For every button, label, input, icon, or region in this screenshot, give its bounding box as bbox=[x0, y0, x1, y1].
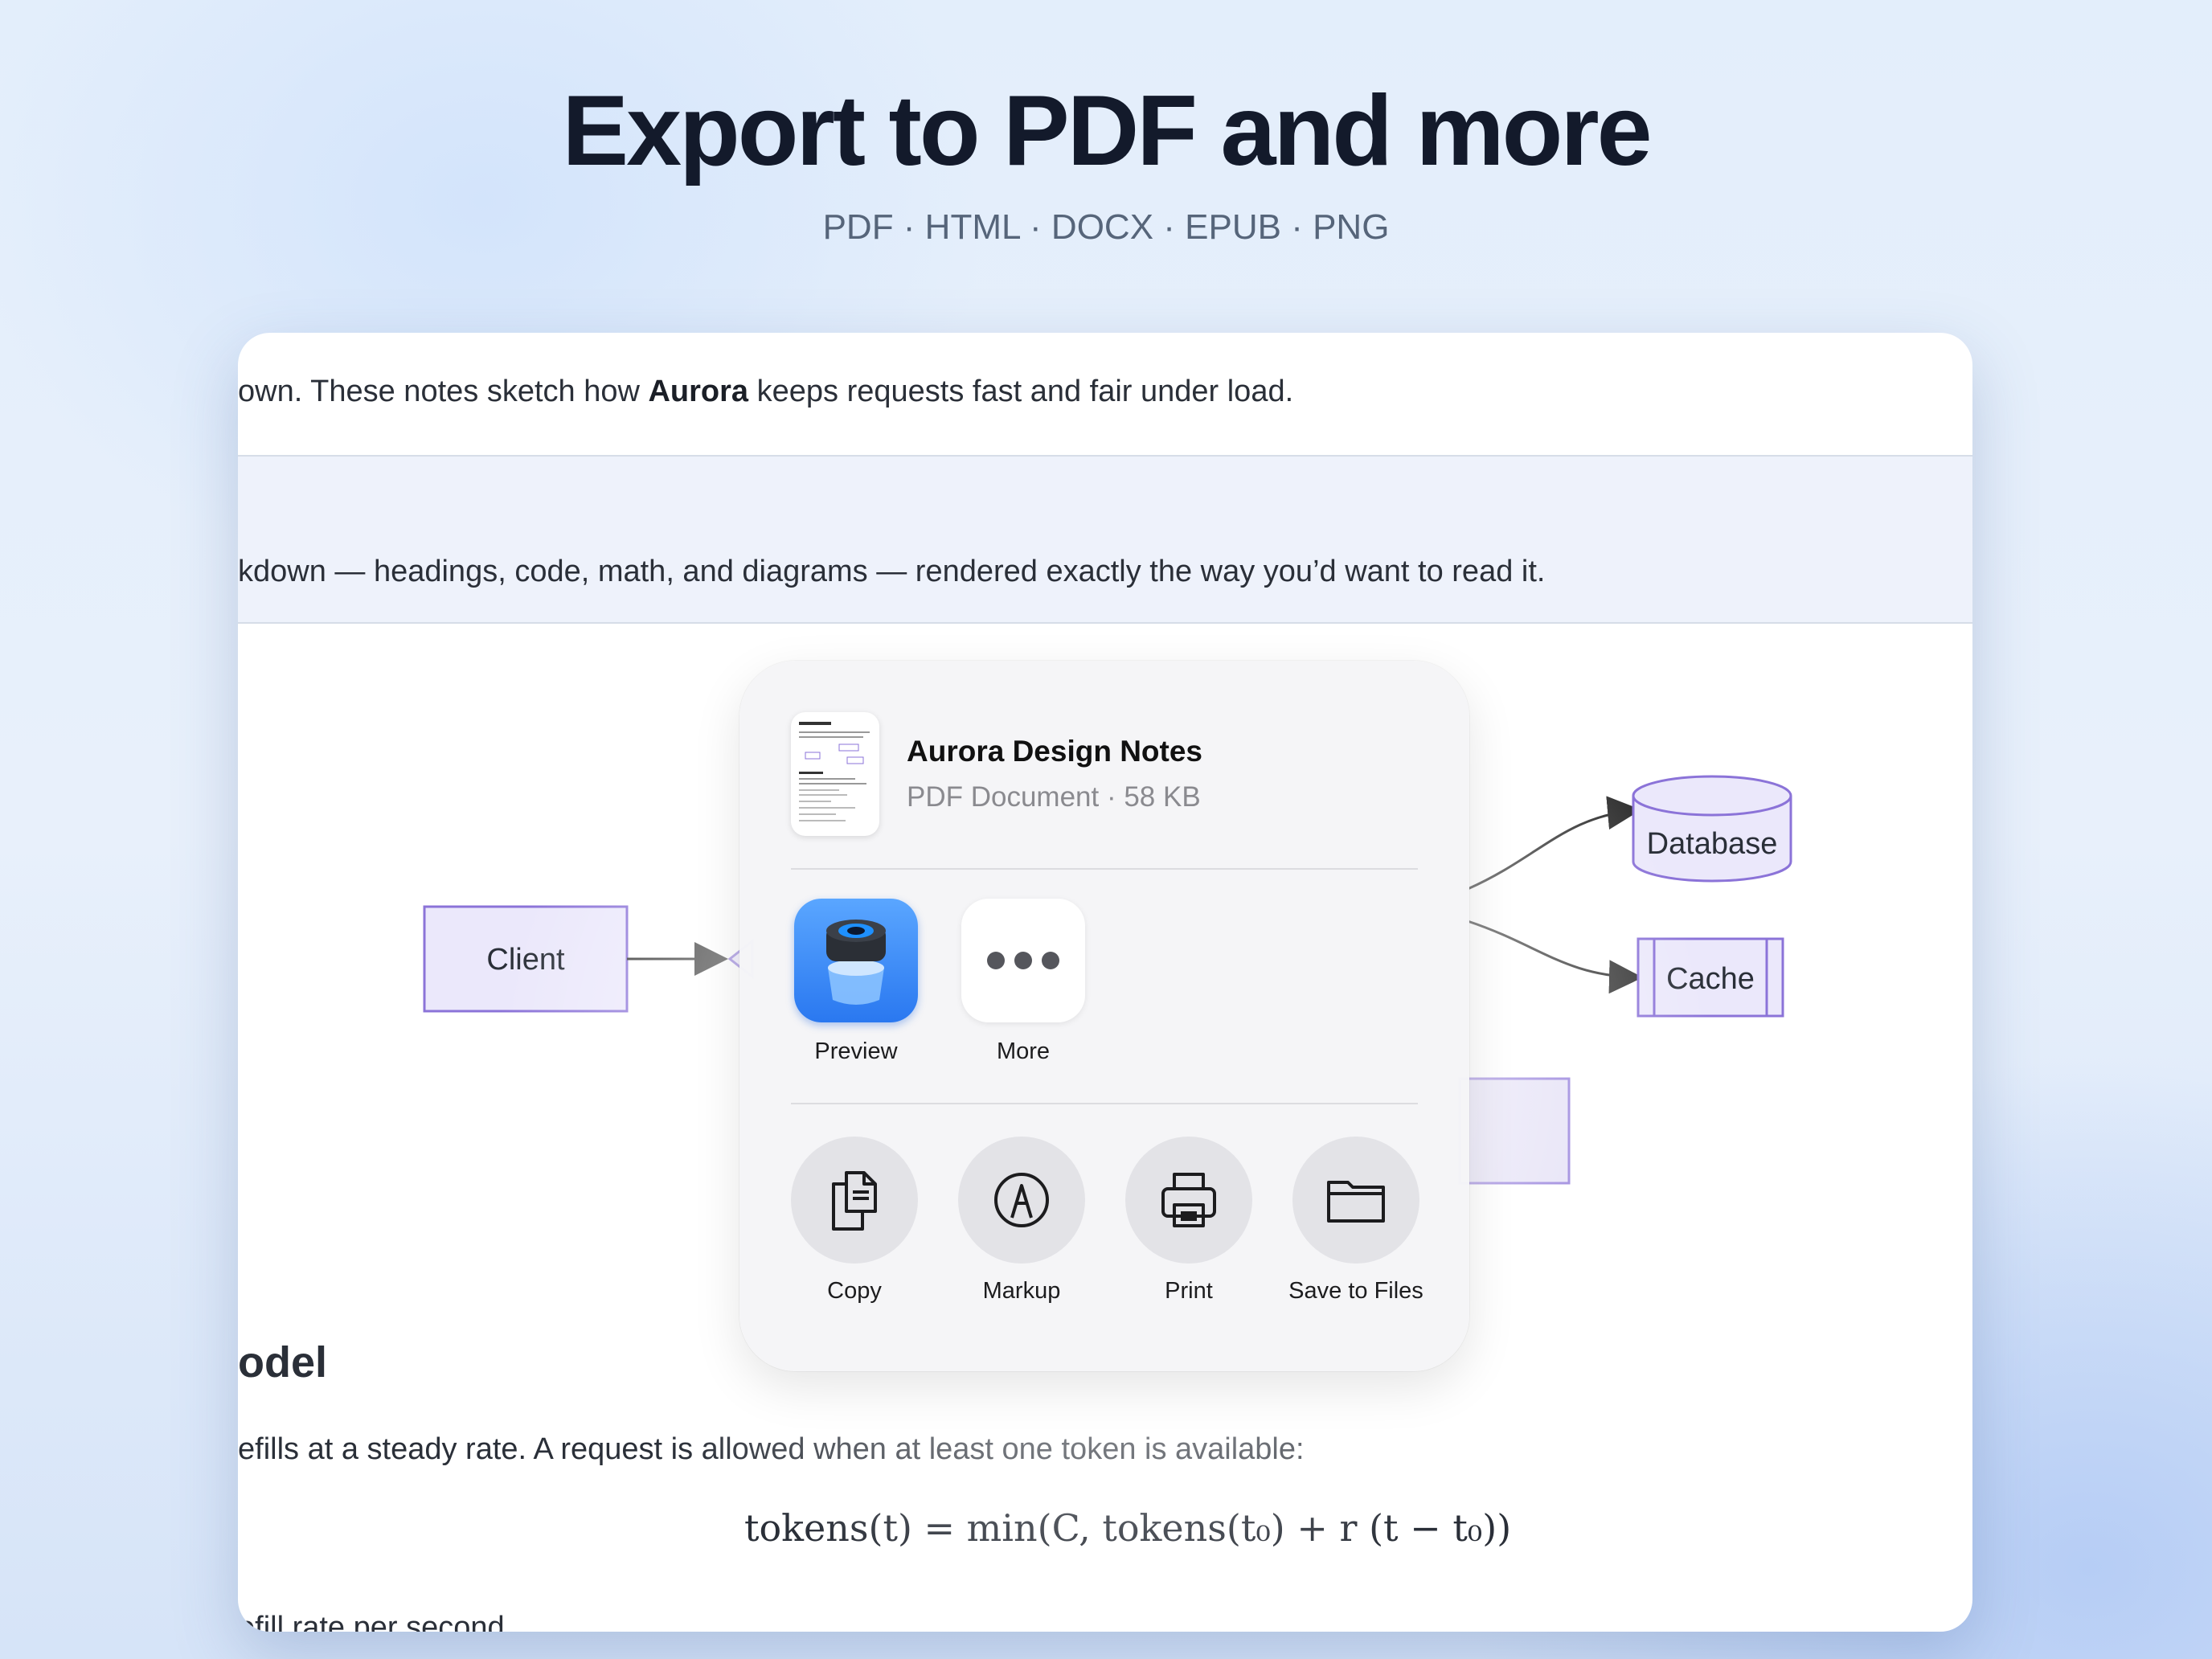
intro-text: own. These notes sketch how Aurora keeps… bbox=[238, 375, 1294, 408]
service-node bbox=[1458, 1077, 1571, 1185]
cache-label: Cache bbox=[1666, 962, 1755, 996]
table-row-highlighted: kdown — headings, code, math, and diagra… bbox=[238, 457, 1972, 624]
hero-formats: PDF · HTML · DOCX · EPUB · PNG bbox=[822, 207, 1390, 247]
more-label: More bbox=[996, 1038, 1051, 1064]
markup-label: Markup bbox=[982, 1278, 1061, 1304]
copy-button[interactable] bbox=[791, 1137, 918, 1264]
print-icon bbox=[1161, 1173, 1216, 1227]
markup-button[interactable] bbox=[958, 1137, 1085, 1264]
section-heading: odel bbox=[238, 1338, 328, 1387]
preview-app-button[interactable] bbox=[794, 899, 918, 1022]
copy-label: Copy bbox=[827, 1278, 882, 1304]
preview-app-icon bbox=[826, 920, 886, 1005]
aurora-bold: Aurora bbox=[648, 375, 749, 408]
divider bbox=[791, 868, 1418, 870]
document-thumbnail bbox=[791, 712, 879, 836]
more-dots-icon bbox=[987, 952, 1059, 969]
copy-icon bbox=[832, 1171, 877, 1231]
preview-label: Preview bbox=[814, 1038, 898, 1064]
cache-edge bbox=[1467, 920, 1643, 994]
formula: tokens(t) = min(C, tokens(t₀) + r (t − t… bbox=[744, 1506, 1512, 1550]
file-meta: PDF Document · 58 KB bbox=[907, 781, 1201, 813]
divider bbox=[791, 1103, 1418, 1104]
feature-text: kdown — headings, code, math, and diagra… bbox=[238, 555, 1546, 588]
print-button[interactable] bbox=[1125, 1137, 1252, 1264]
save-to-files-label: Save to Files bbox=[1288, 1278, 1423, 1304]
table-row: own. These notes sketch how Aurora keeps… bbox=[238, 333, 1972, 457]
database-edge bbox=[1467, 796, 1641, 891]
client-label: Client bbox=[486, 943, 565, 977]
section-paragraph: efills at a steady rate. A request is al… bbox=[238, 1432, 1305, 1466]
print-label: Print bbox=[1165, 1278, 1213, 1304]
save-to-files-button[interactable] bbox=[1292, 1137, 1419, 1264]
more-button[interactable] bbox=[961, 899, 1085, 1022]
cut-off-line: efill rate per second bbox=[238, 1611, 505, 1632]
database-label: Database bbox=[1647, 827, 1778, 861]
share-sheet: Aurora Design Notes PDF Document · 58 KB… bbox=[739, 661, 1469, 1371]
markup-icon bbox=[994, 1173, 1049, 1227]
hero-title: Export to PDF and more bbox=[562, 76, 1652, 186]
file-title: Aurora Design Notes bbox=[907, 735, 1203, 768]
folder-icon bbox=[1327, 1181, 1385, 1223]
